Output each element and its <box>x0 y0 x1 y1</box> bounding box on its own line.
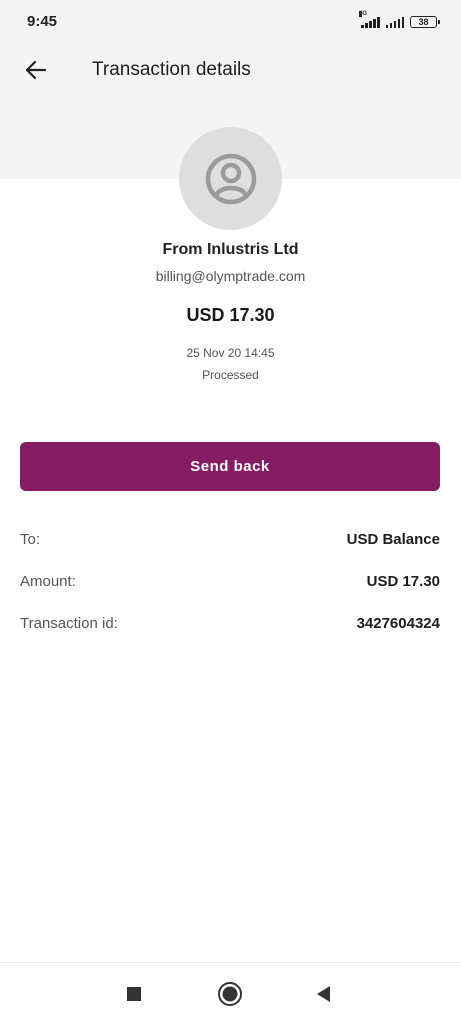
user-circle-icon <box>205 153 256 204</box>
avatar <box>179 127 282 230</box>
home-button[interactable] <box>217 981 243 1007</box>
amount-label: Amount: <box>20 573 76 590</box>
transaction-date: 25 Nov 20 14:45 <box>186 346 275 360</box>
sender-name: From Inlustris Ltd <box>162 241 299 258</box>
signal-icon <box>385 16 404 28</box>
back-button[interactable] <box>22 56 50 84</box>
to-label: To: <box>20 531 41 548</box>
transaction-id-label: Transaction id: <box>20 615 118 632</box>
arrow-left-icon <box>25 60 47 80</box>
send-back-button[interactable]: Send back <box>20 442 440 491</box>
circle-icon <box>218 982 242 1006</box>
transaction-status: Processed <box>202 368 259 382</box>
transaction-amount: USD 17.30 <box>186 305 275 325</box>
page-title: Transaction details <box>92 59 251 80</box>
sender-email: billing@olymptrade.com <box>155 268 306 284</box>
to-value: USD Balance <box>346 531 440 548</box>
network-type-label: 4G <box>359 11 368 17</box>
signal-4g-icon: 4G <box>359 11 380 28</box>
amount-value: USD 17.30 <box>366 573 440 590</box>
battery-icon: 38 <box>410 16 440 28</box>
system-nav-bar <box>0 962 461 1024</box>
transaction-id-value: 3427604324 <box>356 615 440 632</box>
detail-row-transaction-id: Transaction id: 3427604324 <box>20 615 440 639</box>
recents-button[interactable] <box>121 981 147 1007</box>
triangle-back-icon <box>317 986 330 1002</box>
status-icons: 4G 38 <box>359 11 440 32</box>
nav-back-button[interactable] <box>311 981 337 1007</box>
status-time: 9:45 <box>27 13 58 30</box>
square-icon <box>127 987 141 1001</box>
status-bar: 9:45 4G 38 <box>0 0 461 44</box>
transaction-details-screen: 9:45 4G 38 Transaction details From Inlu… <box>0 0 461 1024</box>
detail-row-to: To: USD Balance <box>20 531 440 555</box>
battery-level: 38 <box>418 17 429 27</box>
detail-row-amount: Amount: USD 17.30 <box>20 573 440 597</box>
